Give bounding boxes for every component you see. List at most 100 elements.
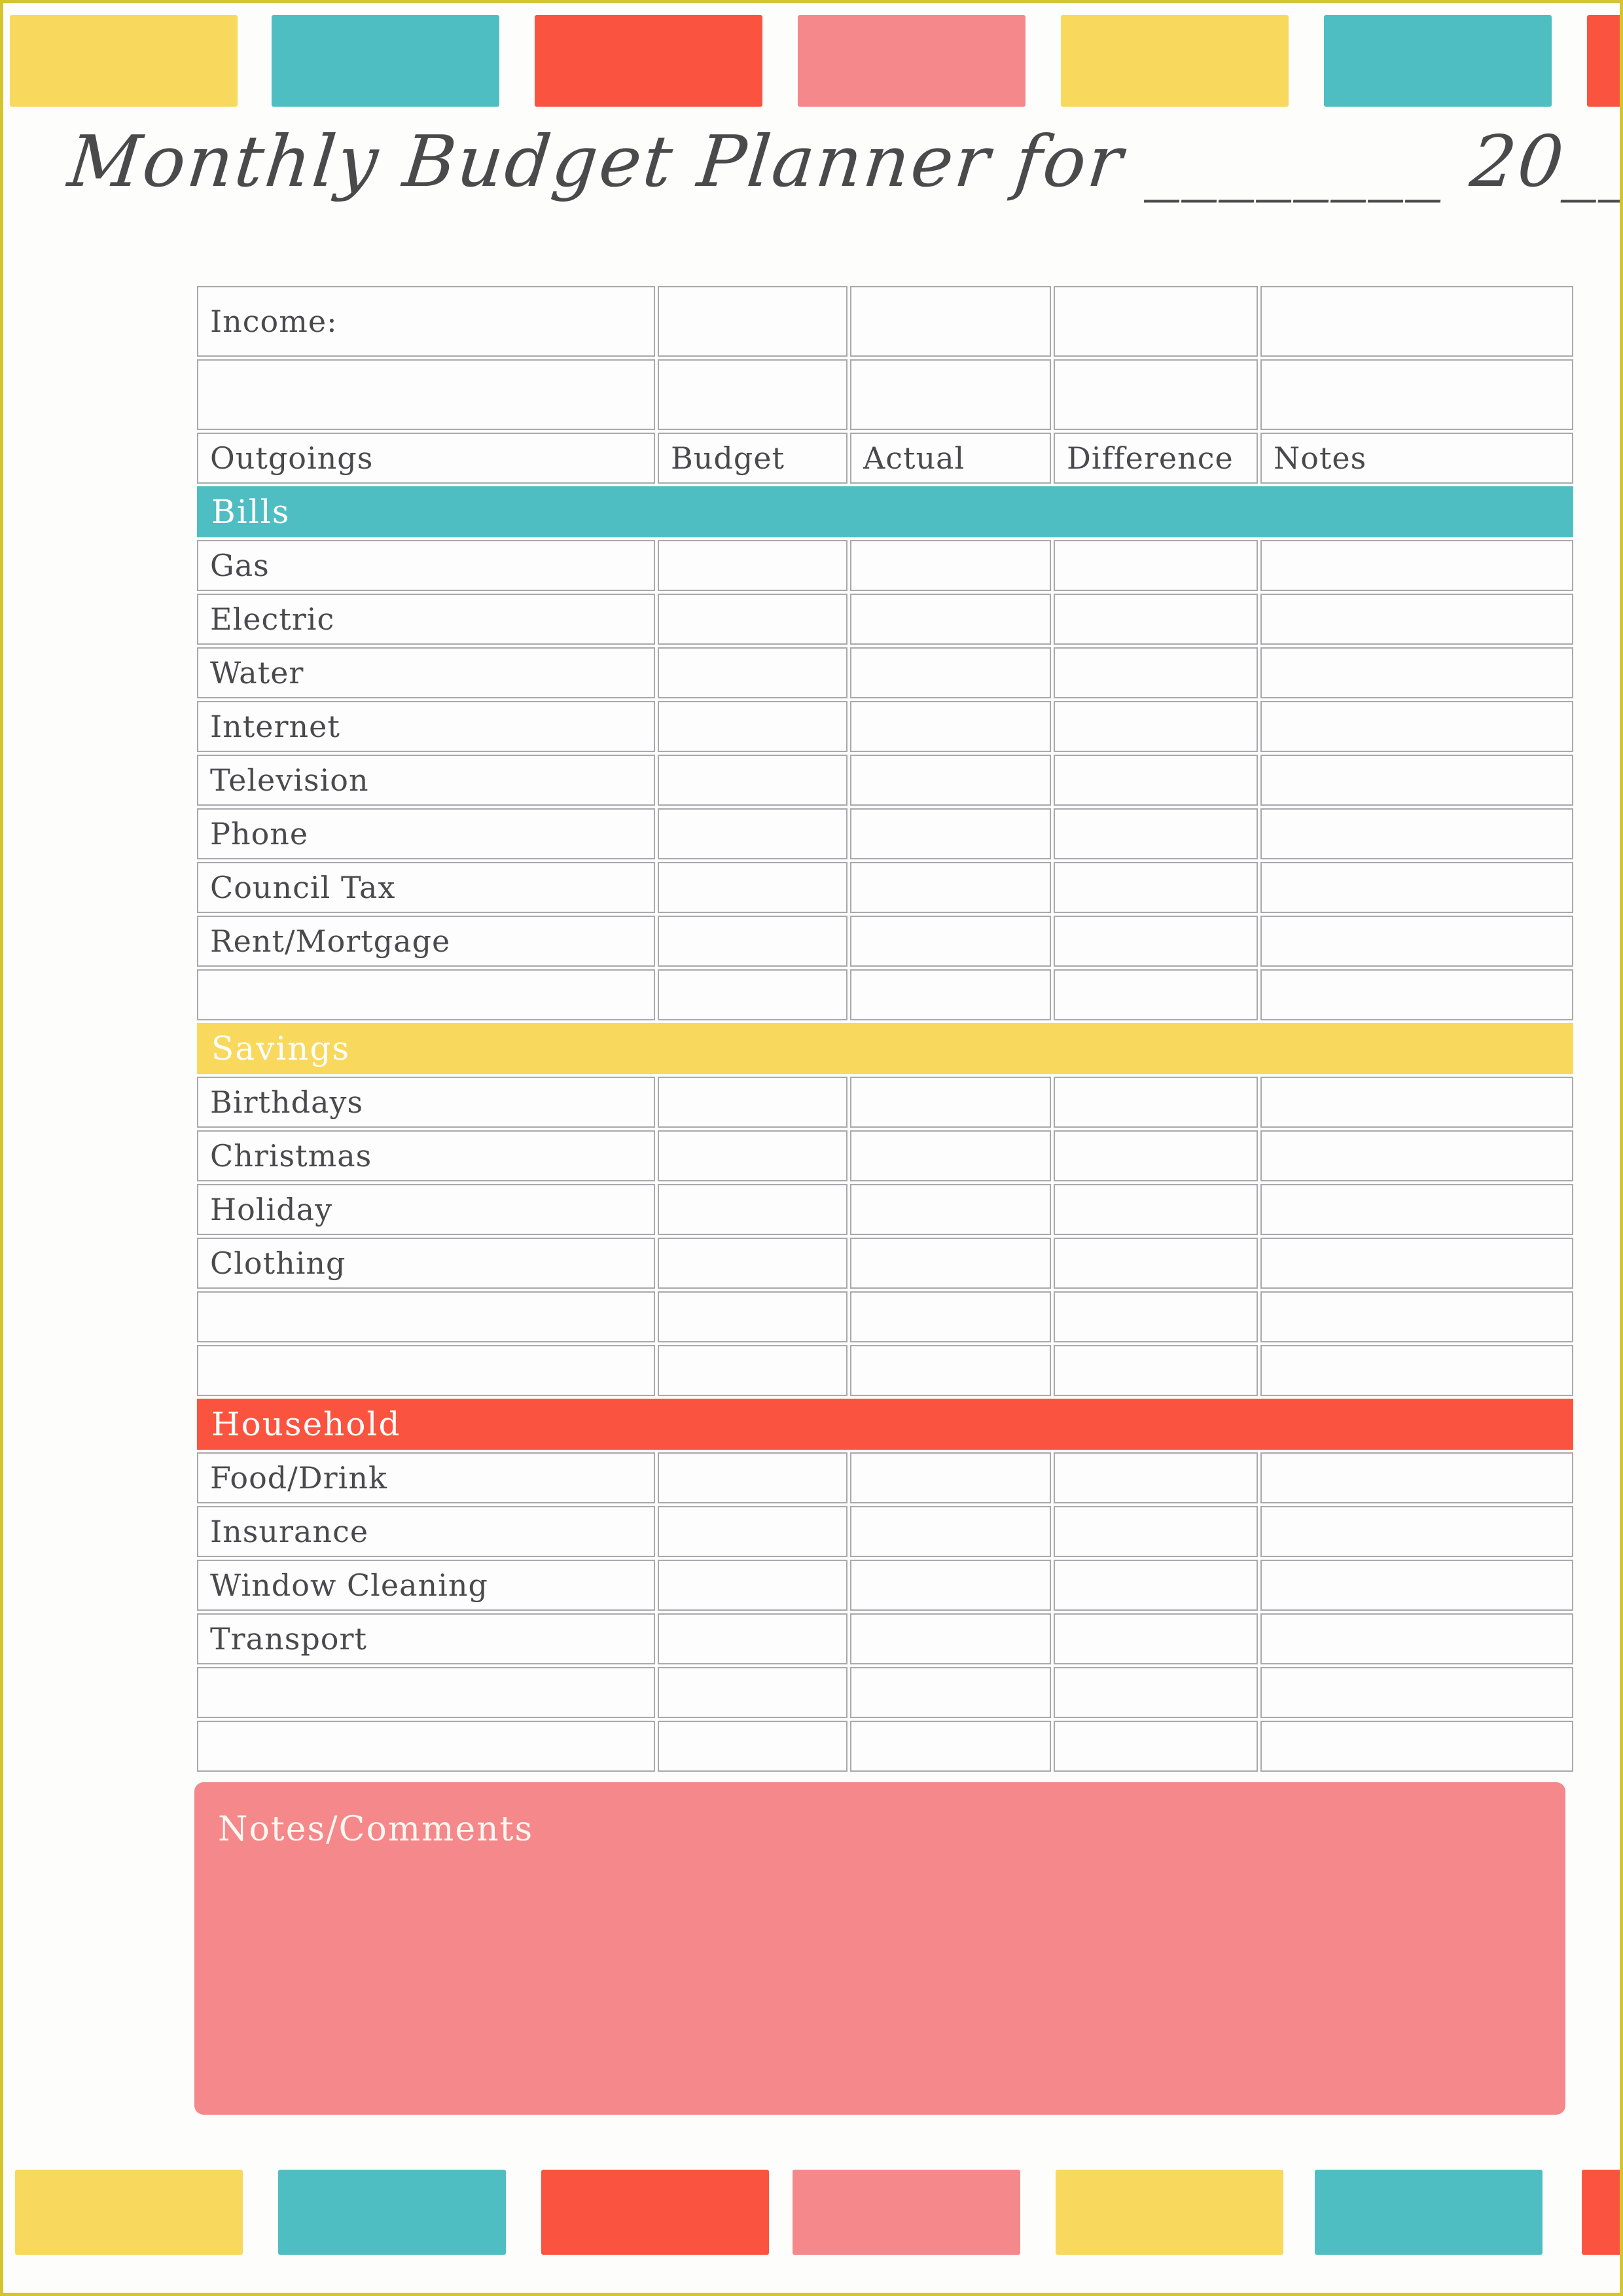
cell-blank-4-difference[interactable] [1054,1291,1258,1342]
cell-electric-actual[interactable] [850,594,1051,645]
cell-window-cleaning-notes[interactable] [1260,1560,1573,1611]
income-difference-cell[interactable] [1054,286,1258,357]
cell-rent-mortgage-notes[interactable] [1260,916,1573,967]
income-budget-cell[interactable] [658,286,847,357]
cell-blank-4-difference[interactable] [1054,1667,1258,1718]
cell-transport-actual[interactable] [850,1613,1051,1664]
row-label-blank-8 [197,969,655,1020]
cell-blank-8-notes[interactable] [1260,969,1573,1020]
cell-water-actual[interactable] [850,647,1051,698]
notes-comments-label: Notes/Comments [218,1810,534,1849]
cell-rent-mortgage-actual[interactable] [850,916,1051,967]
cell-blank-4-actual[interactable] [850,1667,1051,1718]
cell-blank-5-budget[interactable] [658,1345,847,1396]
cell-blank-8-budget[interactable] [658,969,847,1020]
cell-internet-difference[interactable] [1054,701,1258,752]
cell-insurance-difference[interactable] [1054,1506,1258,1557]
income-blank-difference-cell[interactable] [1054,359,1258,430]
cell-phone-difference[interactable] [1054,808,1258,859]
cell-blank-5-actual[interactable] [850,1721,1051,1772]
cell-council-tax-notes[interactable] [1260,862,1573,913]
income-actual-cell[interactable] [850,286,1051,357]
cell-blank-4-notes[interactable] [1260,1291,1573,1342]
cell-blank-5-difference[interactable] [1054,1721,1258,1772]
cell-christmas-actual[interactable] [850,1130,1051,1181]
income-blank-actual-cell[interactable] [850,359,1051,430]
cell-internet-notes[interactable] [1260,701,1573,752]
cell-christmas-budget[interactable] [658,1130,847,1181]
cell-council-tax-budget[interactable] [658,862,847,913]
cell-gas-budget[interactable] [658,540,847,591]
column-header-row: Outgoings Budget Actual Difference Notes [197,433,1573,484]
cell-insurance-actual[interactable] [850,1506,1051,1557]
cell-window-cleaning-actual[interactable] [850,1560,1051,1611]
cell-clothing-actual[interactable] [850,1238,1051,1289]
cell-internet-actual[interactable] [850,701,1051,752]
cell-blank-8-actual[interactable] [850,969,1051,1020]
cell-blank-4-actual[interactable] [850,1291,1051,1342]
cell-rent-mortgage-budget[interactable] [658,916,847,967]
table-row: Food/Drink [197,1452,1573,1503]
cell-food-drink-actual[interactable] [850,1452,1051,1503]
cell-blank-5-budget[interactable] [658,1721,847,1772]
cell-birthdays-notes[interactable] [1260,1077,1573,1128]
cell-electric-budget[interactable] [658,594,847,645]
cell-blank-4-budget[interactable] [658,1291,847,1342]
cell-phone-notes[interactable] [1260,808,1573,859]
notes-comments-box[interactable]: Notes/Comments [194,1782,1565,2115]
cell-blank-4-notes[interactable] [1260,1667,1573,1718]
cell-holiday-difference[interactable] [1054,1184,1258,1235]
income-blank-notes-cell[interactable] [1260,359,1573,430]
cell-birthdays-actual[interactable] [850,1077,1051,1128]
cell-gas-difference[interactable] [1054,540,1258,591]
cell-council-tax-difference[interactable] [1054,862,1258,913]
cell-clothing-notes[interactable] [1260,1238,1573,1289]
cell-internet-budget[interactable] [658,701,847,752]
cell-gas-actual[interactable] [850,540,1051,591]
income-notes-cell[interactable] [1260,286,1573,357]
cell-clothing-budget[interactable] [658,1238,847,1289]
cell-christmas-notes[interactable] [1260,1130,1573,1181]
cell-phone-actual[interactable] [850,808,1051,859]
cell-council-tax-actual[interactable] [850,862,1051,913]
table-row [197,1721,1573,1772]
cell-holiday-budget[interactable] [658,1184,847,1235]
cell-blank-4-budget[interactable] [658,1667,847,1718]
top-swatch-strip [3,15,1620,107]
cell-window-cleaning-difference[interactable] [1054,1560,1258,1611]
cell-insurance-budget[interactable] [658,1506,847,1557]
income-blank-label-cell[interactable] [197,359,655,430]
cell-phone-budget[interactable] [658,808,847,859]
cell-water-budget[interactable] [658,647,847,698]
cell-transport-notes[interactable] [1260,1613,1573,1664]
cell-blank-5-actual[interactable] [850,1345,1051,1396]
cell-gas-notes[interactable] [1260,540,1573,591]
cell-water-difference[interactable] [1054,647,1258,698]
cell-blank-5-notes[interactable] [1260,1345,1573,1396]
cell-blank-8-difference[interactable] [1054,969,1258,1020]
cell-clothing-difference[interactable] [1054,1238,1258,1289]
income-blank-budget-cell[interactable] [658,359,847,430]
cell-television-notes[interactable] [1260,755,1573,806]
cell-television-actual[interactable] [850,755,1051,806]
cell-transport-difference[interactable] [1054,1613,1258,1664]
cell-birthdays-difference[interactable] [1054,1077,1258,1128]
cell-television-budget[interactable] [658,755,847,806]
cell-blank-5-notes[interactable] [1260,1721,1573,1772]
cell-holiday-notes[interactable] [1260,1184,1573,1235]
cell-insurance-notes[interactable] [1260,1506,1573,1557]
cell-window-cleaning-budget[interactable] [658,1560,847,1611]
cell-blank-5-difference[interactable] [1054,1345,1258,1396]
cell-food-drink-notes[interactable] [1260,1452,1573,1503]
cell-rent-mortgage-difference[interactable] [1054,916,1258,967]
cell-transport-budget[interactable] [658,1613,847,1664]
cell-electric-notes[interactable] [1260,594,1573,645]
cell-christmas-difference[interactable] [1054,1130,1258,1181]
cell-water-notes[interactable] [1260,647,1573,698]
cell-electric-difference[interactable] [1054,594,1258,645]
cell-holiday-actual[interactable] [850,1184,1051,1235]
cell-birthdays-budget[interactable] [658,1077,847,1128]
cell-food-drink-budget[interactable] [658,1452,847,1503]
cell-television-difference[interactable] [1054,755,1258,806]
cell-food-drink-difference[interactable] [1054,1452,1258,1503]
